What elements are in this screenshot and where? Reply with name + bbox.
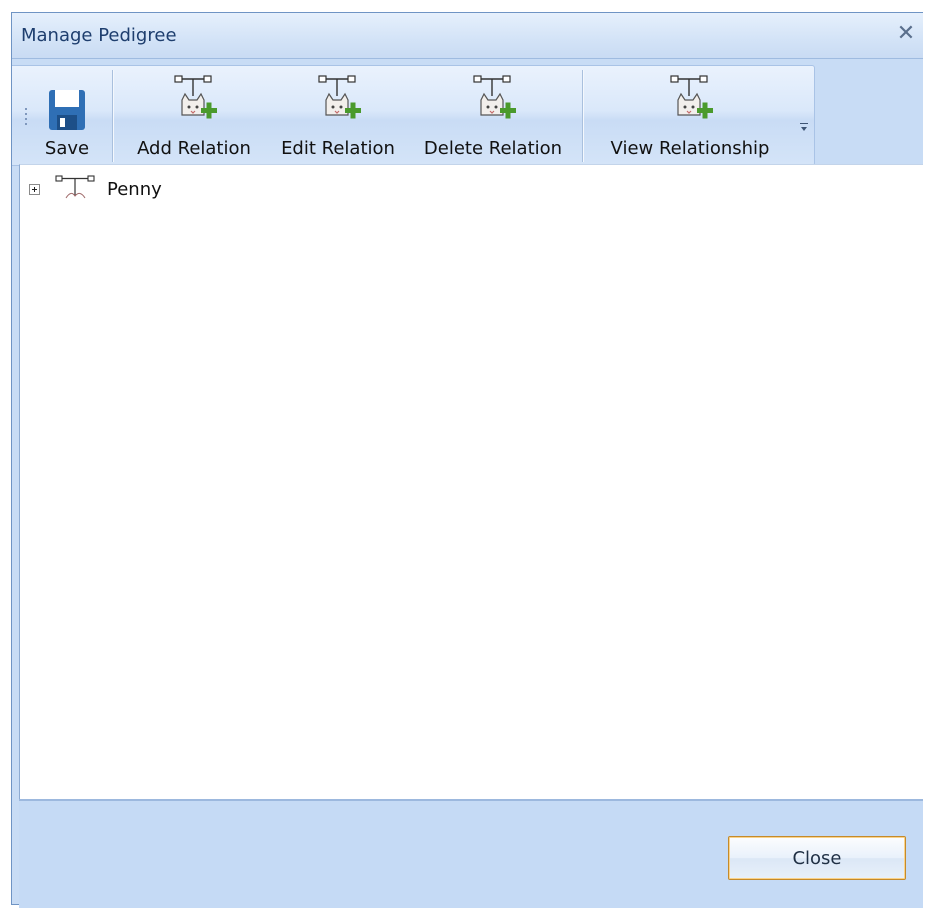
edit-relation-label: Edit Relation bbox=[281, 138, 395, 159]
pedigree-tree[interactable]: Penny bbox=[19, 164, 923, 800]
edit-relation-button[interactable]: Edit Relation bbox=[271, 66, 405, 165]
toolbar-separator bbox=[582, 70, 583, 162]
title-bar: Manage Pedigree ✕ bbox=[12, 13, 923, 59]
delete-relation-button[interactable]: Delete Relation bbox=[413, 66, 573, 165]
toolbar: Save Add Relation Edit Relation Delete R… bbox=[12, 65, 815, 166]
toolbar-separator bbox=[112, 70, 113, 162]
delete-relation-label: Delete Relation bbox=[423, 138, 563, 159]
close-button[interactable]: Close bbox=[728, 836, 906, 880]
toolbar-grip[interactable] bbox=[24, 108, 28, 130]
manage-pedigree-window: Manage Pedigree ✕ Save Add Relation Edit… bbox=[11, 12, 923, 908]
expand-icon[interactable] bbox=[29, 183, 40, 195]
dialog-footer: Close bbox=[19, 799, 923, 908]
toolbar-overflow-button[interactable] bbox=[796, 65, 813, 164]
window-title: Manage Pedigree bbox=[21, 25, 177, 46]
add-relation-label: Add Relation bbox=[137, 138, 251, 159]
tree-node-label: Penny bbox=[107, 178, 162, 200]
view-relationship-button[interactable]: View Relationship bbox=[595, 66, 785, 165]
floppy-disk-icon bbox=[47, 66, 87, 132]
pedigree-tree-icon bbox=[55, 174, 97, 206]
cat-relation-add-icon bbox=[465, 66, 521, 132]
close-icon[interactable]: ✕ bbox=[895, 22, 917, 46]
cat-relation-add-icon bbox=[166, 66, 222, 132]
save-button[interactable]: Save bbox=[37, 66, 97, 165]
cat-relation-add-icon bbox=[662, 66, 718, 132]
add-relation-button[interactable]: Add Relation bbox=[126, 66, 262, 165]
tree-node[interactable]: Penny bbox=[29, 175, 162, 203]
chevron-down-icon bbox=[800, 123, 808, 134]
cat-relation-add-icon bbox=[310, 66, 366, 132]
view-relationship-label: View Relationship bbox=[610, 138, 770, 159]
save-label: Save bbox=[44, 138, 90, 159]
